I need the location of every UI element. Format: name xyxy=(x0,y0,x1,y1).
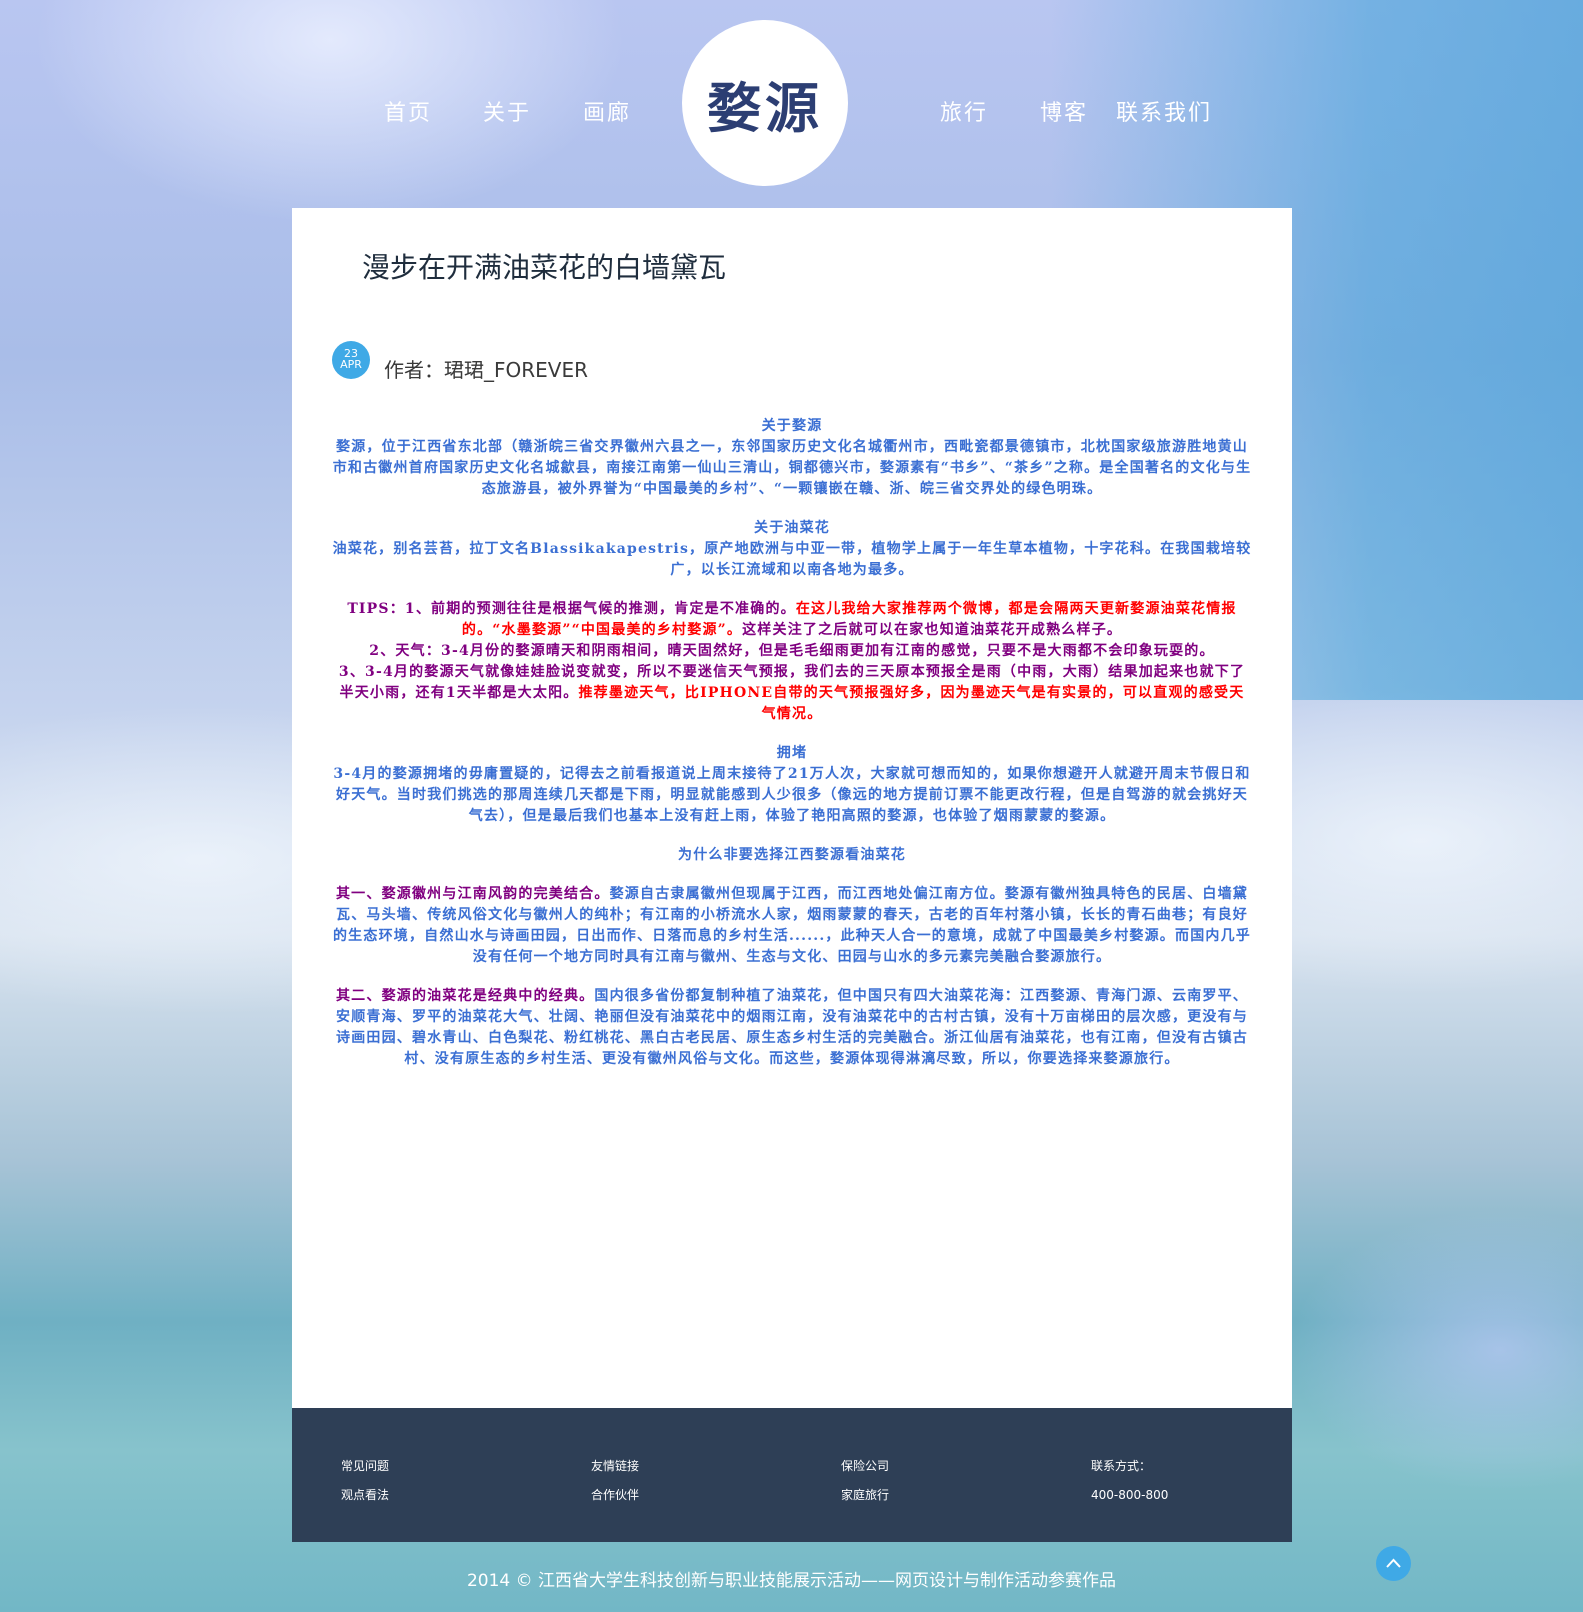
section-heading-wuyuan: 关于婺源 xyxy=(761,418,823,434)
contact-label: 联系方式： xyxy=(1091,1459,1152,1473)
nav-travel[interactable]: 旅行 xyxy=(940,95,988,127)
nav-gallery[interactable]: 画廊 xyxy=(583,95,631,127)
nav-about[interactable]: 关于 xyxy=(483,95,531,127)
nav-home[interactable]: 首页 xyxy=(384,95,432,127)
footer-link-friends[interactable]: 友情链接 xyxy=(591,1452,639,1481)
reason-paragraph-1: 其一、婺源徽州与江南风韵的完美结合。婺源自古隶属徽州但现属于江西，而江西地处偏江… xyxy=(332,884,1252,968)
date-month: APR xyxy=(340,358,362,371)
nav-contact[interactable]: 联系我们 xyxy=(1116,95,1212,127)
top-navigation: 首页 关于 画廊 婺源 旅行 博客 联系我们 xyxy=(0,0,1583,200)
tips-text: 这样关注了之后就可以在家也知道油菜花开成熟么样子。 xyxy=(742,622,1123,638)
footer-column: 联系方式： 400-800-800 xyxy=(1091,1452,1168,1510)
footer-link-faq[interactable]: 常见问题 xyxy=(341,1452,389,1481)
back-to-top-icon xyxy=(1386,1558,1401,1568)
footer-column: 常见问题 观点看法 xyxy=(341,1452,389,1510)
tips-paragraph-2: 2、天气：3-4月份的婺源晴天和阴雨相间，晴天固然好，但是毛毛细雨更加有江南的感… xyxy=(369,643,1215,659)
tips-paragraph-1: TIPS：1、前期的预测往往是根据气候的推测，肯定是不准确的。在这儿我给大家推荐… xyxy=(332,599,1252,641)
reason-paragraph-2: 其二、婺源的油菜花是经典中的经典。国内很多省份都复制种植了油菜花，但中国只有四大… xyxy=(332,986,1252,1070)
section-body-crowds: 3-4月的婺源拥堵的毋庸置疑的，记得去之前看报道说上周末接待了21万人次，大家就… xyxy=(333,766,1251,824)
reason-lead: 其二、婺源的油菜花是经典中的经典。 xyxy=(335,988,595,1004)
copyright: 2014 © 江西省大学生科技创新与职业技能展示活动——网页设计与制作活动参赛作… xyxy=(466,1571,1117,1591)
tips-text: TIPS：1、前期的预测往往是根据气候的推测，肯定是不准确的。 xyxy=(347,601,796,617)
contact-phone: 400-800-800 xyxy=(1091,1488,1169,1502)
post-title: 漫步在开满油菜花的白墙黛瓦 xyxy=(362,251,727,284)
footer-link-opinions[interactable]: 观点看法 xyxy=(341,1481,389,1510)
tips-highlight: 推荐墨迹天气，比IPHONE自带的天气预报强好多，因为墨迹天气是有实景的，可以直… xyxy=(578,685,1245,722)
reason-lead: 其一、婺源徽州与江南风韵的完美结合。 xyxy=(335,886,610,902)
section-heading-crowds: 拥堵 xyxy=(776,745,808,761)
logo-text: 婺源 xyxy=(707,76,823,140)
post-author: 作者：珺珺_FOREVER xyxy=(384,358,588,382)
back-to-top-button[interactable] xyxy=(1376,1546,1411,1581)
nav-blog[interactable]: 博客 xyxy=(1040,95,1088,127)
site-logo[interactable]: 婺源 xyxy=(682,20,848,186)
date-badge: 23 APR xyxy=(332,341,370,379)
section-body-rapeseed: 油菜花，别名芸苔，拉丁文名Blassikakapestris，原产地欧洲与中亚一… xyxy=(332,541,1252,578)
section-heading-why: 为什么非要选择江西婺源看油菜花 xyxy=(678,847,906,863)
tips-paragraph-3: 3、3-4月的婺源天气就像娃娃脸说变就变，所以不要迷信天气预报，我们去的三天原本… xyxy=(332,662,1252,725)
footer-column: 友情链接 合作伙伴 xyxy=(591,1452,639,1510)
section-body-wuyuan: 婺源，位于江西省东北部（赣浙皖三省交界徽州六县之一，东邻国家历史文化名城衢州市，… xyxy=(332,439,1252,497)
article-card: 漫步在开满油菜花的白墙黛瓦 23 APR 作者：珺珺_FOREVER 关于婺源 … xyxy=(292,208,1292,1408)
footer-column: 保险公司 家庭旅行 xyxy=(841,1452,889,1510)
section-heading-rapeseed: 关于油菜花 xyxy=(754,520,830,536)
footer-link-insurance[interactable]: 保险公司 xyxy=(841,1452,889,1481)
footer-link-partners[interactable]: 合作伙伴 xyxy=(591,1481,639,1510)
footer: 常见问题 观点看法 友情链接 合作伙伴 保险公司 家庭旅行 联系方式： 400-… xyxy=(292,1408,1292,1542)
footer-link-family-travel[interactable]: 家庭旅行 xyxy=(841,1481,889,1510)
article-body: 关于婺源 婺源，位于江西省东北部（赣浙皖三省交界徽州六县之一，东邻国家历史文化名… xyxy=(332,416,1252,1070)
